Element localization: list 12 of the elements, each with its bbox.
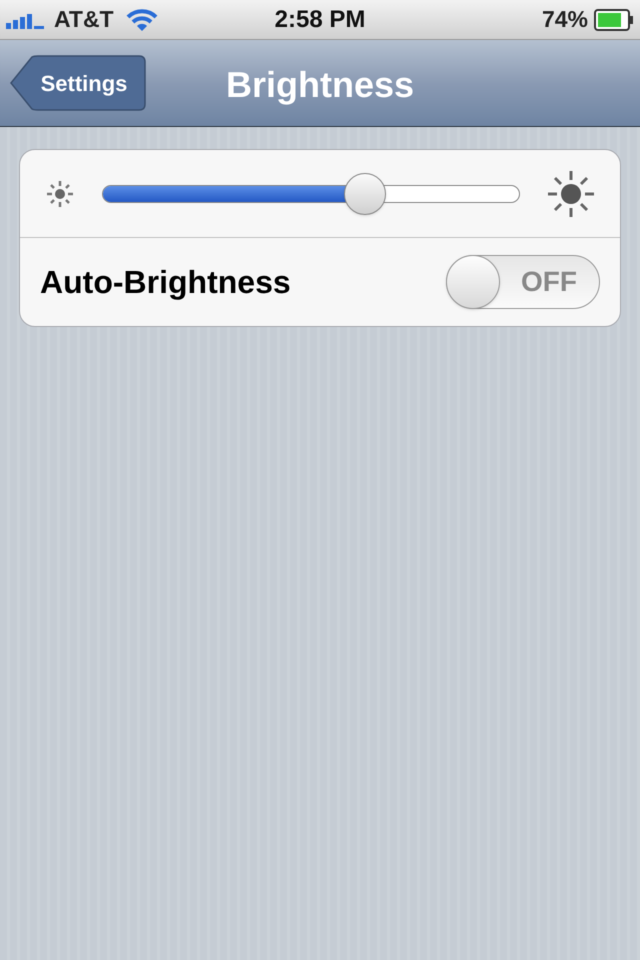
setting-label: Auto-Brightness <box>40 263 291 302</box>
brightness-slider[interactable] <box>102 172 520 216</box>
back-button[interactable]: Settings <box>10 55 146 111</box>
status-time: 2:58 PM <box>274 4 366 34</box>
wifi-icon <box>126 8 158 32</box>
battery-percent: 74% <box>542 5 588 34</box>
toggle-switch[interactable]: OFF <box>446 255 600 309</box>
slider-thumb[interactable] <box>344 172 386 214</box>
large-sun-icon <box>546 168 596 218</box>
carrier-name: AT&T <box>54 5 114 34</box>
battery-icon <box>594 8 634 30</box>
screen-title: Brightness <box>226 63 414 107</box>
